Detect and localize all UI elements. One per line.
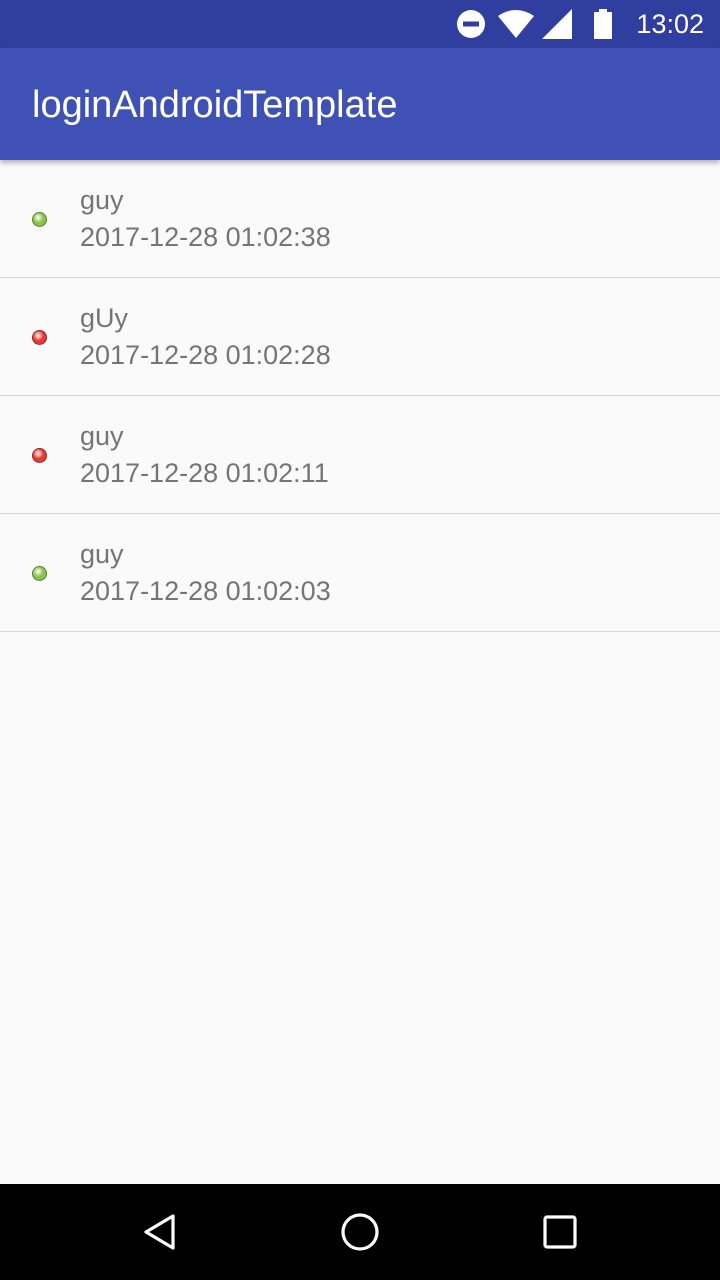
home-icon[interactable] xyxy=(300,1184,420,1280)
status-time: 13:02 xyxy=(636,9,704,39)
item-username: guy xyxy=(80,421,124,451)
wifi-icon xyxy=(497,0,535,48)
status-dot-failure xyxy=(32,448,47,463)
list-item[interactable]: guy 2017-12-28 01:02:03 xyxy=(0,514,720,632)
back-icon[interactable] xyxy=(100,1184,220,1280)
list-item[interactable]: guy 2017-12-28 01:02:38 xyxy=(0,160,720,278)
status-dot-success xyxy=(32,566,47,581)
item-timestamp: 2017-12-28 01:02:38 xyxy=(80,222,331,252)
signal-icon xyxy=(541,0,573,48)
list-item[interactable]: guy 2017-12-28 01:02:11 xyxy=(0,396,720,514)
item-username: gUy xyxy=(80,303,129,333)
app-bar: loginAndroidTemplate xyxy=(0,48,720,160)
item-timestamp: 2017-12-28 01:02:28 xyxy=(80,340,331,370)
list-item[interactable]: gUy 2017-12-28 01:02:28 xyxy=(0,278,720,396)
do-not-disturb-icon xyxy=(455,0,487,48)
recents-icon[interactable] xyxy=(500,1184,620,1280)
item-username: guy xyxy=(80,185,124,215)
status-bar: 13:02 xyxy=(0,0,720,48)
app-screen: 13:02 loginAndroidTemplate guy 2017-12-2… xyxy=(0,0,720,1280)
status-dot-success xyxy=(32,212,47,227)
item-username: guy xyxy=(80,539,124,569)
item-timestamp: 2017-12-28 01:02:03 xyxy=(80,576,331,606)
item-timestamp: 2017-12-28 01:02:11 xyxy=(80,458,329,488)
login-history-list: guy 2017-12-28 01:02:38 gUy 2017-12-28 0… xyxy=(0,160,720,632)
battery-icon xyxy=(590,0,616,48)
app-title: loginAndroidTemplate xyxy=(32,84,398,126)
status-dot-failure xyxy=(32,330,47,345)
navigation-bar xyxy=(0,1184,720,1280)
